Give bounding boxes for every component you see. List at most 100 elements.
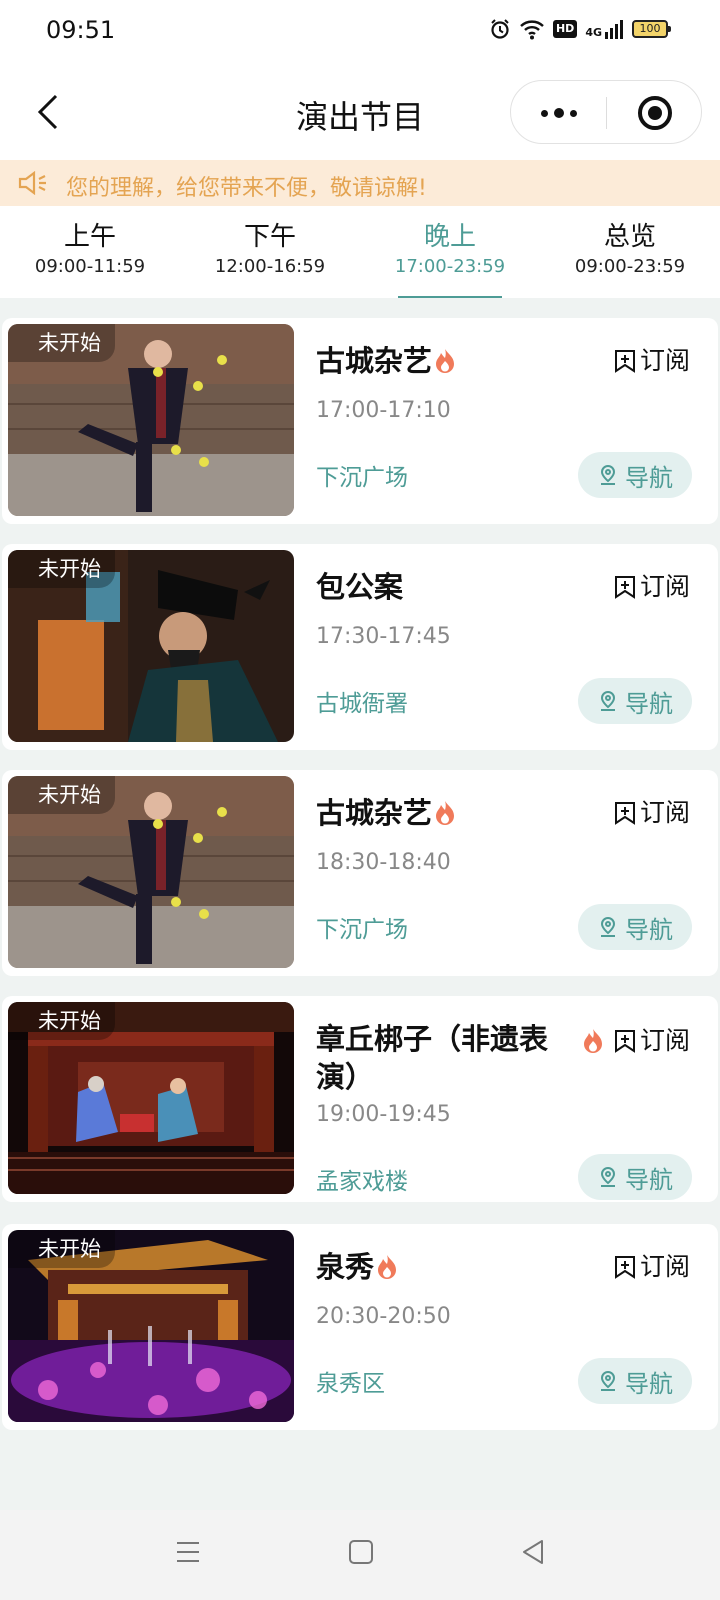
show-title: 包公案 <box>316 568 564 606</box>
fire-icon <box>436 801 455 825</box>
more-button[interactable] <box>511 81 607 145</box>
system-nav-bar <box>0 1510 720 1600</box>
menu-icon[interactable] <box>174 1538 202 1566</box>
show-thumbnail-opera-actor: 未开始 <box>8 550 294 742</box>
navigate-button[interactable]: 导航 <box>578 1154 692 1200</box>
back-triangle-icon[interactable] <box>520 1538 546 1566</box>
tab-evening[interactable]: 晚上 17:00-23:59 <box>360 206 540 298</box>
tab-label: 总览 <box>603 222 656 252</box>
target-close-icon <box>638 96 672 130</box>
location-pin-icon <box>600 690 616 711</box>
subscribe-label: 订阅 <box>640 1026 691 1055</box>
show-title-text: 古城杂艺 <box>316 796 433 830</box>
tab-morning[interactable]: 上午 09:00-11:59 <box>0 206 180 298</box>
navigate-button[interactable]: 导航 <box>578 452 692 498</box>
show-place: 泉秀区 <box>316 1371 385 1397</box>
show-thumbnail-stage: 未开始 <box>8 1002 294 1194</box>
show-place: 下沉广场 <box>316 917 408 943</box>
bookmark-add-icon <box>615 576 635 599</box>
tab-range: 12:00-16:59 <box>214 256 326 277</box>
navigate-label: 导航 <box>625 1369 673 1398</box>
tab-range: 09:00-23:59 <box>574 256 686 277</box>
battery-icon: 100 <box>632 20 671 38</box>
subscribe-label: 订阅 <box>640 1252 691 1281</box>
active-tab-indicator <box>398 296 502 298</box>
subscribe-label: 订阅 <box>640 346 691 375</box>
nav-bar: 演出节目 <box>0 64 720 160</box>
show-place: 孟家戏楼 <box>316 1169 408 1195</box>
notice-bar: 您的理解，给您带来不便，敬请谅解! <box>0 160 720 206</box>
signal-icon: 4G <box>585 19 624 39</box>
bookmark-add-icon <box>615 1256 635 1279</box>
tab-overview[interactable]: 总览 09:00-23:59 <box>540 206 720 298</box>
show-place: 下沉广场 <box>316 465 408 491</box>
close-mini-program-button[interactable] <box>607 81 703 145</box>
bookmark-add-icon <box>615 1030 635 1053</box>
location-pin-icon <box>600 464 616 485</box>
tab-label: 上午 <box>63 222 116 252</box>
subscribe-button[interactable]: 订阅 <box>614 572 690 602</box>
show-title-text: 包公案 <box>316 570 404 604</box>
network-badge: 4G <box>585 26 602 39</box>
status-time: 09:51 <box>46 16 116 44</box>
subscribe-button[interactable]: 订阅 <box>614 1026 690 1056</box>
subscribe-button[interactable]: 订阅 <box>614 1252 690 1282</box>
show-thumbnail-fountain-show: 未开始 <box>8 1230 294 1422</box>
navigate-label: 导航 <box>625 463 673 492</box>
navigate-label: 导航 <box>625 689 673 718</box>
show-time: 20:30-20:50 <box>316 1304 451 1329</box>
status-bar: 09:51 HD 4G 100 <box>0 0 720 64</box>
mini-program-capsule <box>510 80 702 144</box>
show-card[interactable]: 未开始 章丘梆子（非遗表演） 订阅 19:00-19:45 孟家戏楼 导航 <box>2 996 718 1202</box>
show-card[interactable]: 未开始 包公案 订阅 17:30-17:45 古城衙署 导航 <box>2 544 718 750</box>
navigate-button[interactable]: 导航 <box>578 904 692 950</box>
fire-icon <box>378 1255 397 1279</box>
location-pin-icon <box>600 916 616 937</box>
tab-range: 09:00-11:59 <box>34 256 146 277</box>
show-card[interactable]: 未开始 泉秀 订阅 20:30-20:50 泉秀区 导航 <box>2 1224 718 1430</box>
show-title-text: 泉秀 <box>316 1250 375 1284</box>
show-time: 17:30-17:45 <box>316 624 451 649</box>
alarm-icon <box>491 19 509 39</box>
subscribe-button[interactable]: 订阅 <box>614 798 690 828</box>
tab-label: 下午 <box>243 222 296 252</box>
navigate-button[interactable]: 导航 <box>578 678 692 724</box>
show-title-text: 古城杂艺 <box>316 344 433 378</box>
fire-icon <box>436 349 455 373</box>
location-pin-icon <box>600 1370 616 1391</box>
show-title: 泉秀 <box>316 1248 564 1286</box>
show-title: 古城杂艺 <box>316 794 564 832</box>
show-time: 18:30-18:40 <box>316 850 451 875</box>
hd-badge: HD <box>552 20 578 38</box>
show-thumbnail-juggler: 未开始 <box>8 324 294 516</box>
fire-icon <box>584 1029 602 1053</box>
navigate-label: 导航 <box>625 915 673 944</box>
show-card[interactable]: 未开始 古城杂艺 订阅 17:00-17:10 下沉广场 导航 <box>2 318 718 524</box>
status-badge: 未开始 <box>8 324 115 362</box>
status-badge: 未开始 <box>8 1002 115 1040</box>
show-title: 古城杂艺 <box>316 342 564 380</box>
subscribe-label: 订阅 <box>640 798 691 827</box>
home-square-icon[interactable] <box>348 1538 374 1566</box>
status-badge: 未开始 <box>8 550 115 588</box>
wifi-icon <box>520 20 544 40</box>
bookmark-add-icon <box>615 350 635 373</box>
location-pin-icon <box>600 1166 616 1187</box>
show-title: 章丘梆子（非遗表演） <box>316 1022 549 1094</box>
subscribe-button[interactable]: 订阅 <box>614 346 690 376</box>
show-place: 古城衙署 <box>316 691 408 717</box>
show-card[interactable]: 未开始 古城杂艺 订阅 18:30-18:40 下沉广场 导航 <box>2 770 718 976</box>
subscribe-label: 订阅 <box>640 572 691 601</box>
time-tabs: 上午 09:00-11:59 下午 12:00-16:59 晚上 17:00-2… <box>0 206 720 298</box>
status-badge: 未开始 <box>8 1230 115 1268</box>
notice-text: 您的理解，给您带来不便，敬请谅解! <box>66 176 427 201</box>
navigate-label: 导航 <box>625 1165 673 1194</box>
tab-afternoon[interactable]: 下午 12:00-16:59 <box>180 206 360 298</box>
status-icons: HD 4G 100 <box>489 18 671 40</box>
navigate-button[interactable]: 导航 <box>578 1358 692 1404</box>
tab-label: 晚上 <box>423 222 476 252</box>
show-thumbnail-juggler: 未开始 <box>8 776 294 968</box>
more-dots-icon <box>541 109 548 117</box>
show-time: 19:00-19:45 <box>316 1102 451 1127</box>
bookmark-add-icon <box>615 802 635 825</box>
